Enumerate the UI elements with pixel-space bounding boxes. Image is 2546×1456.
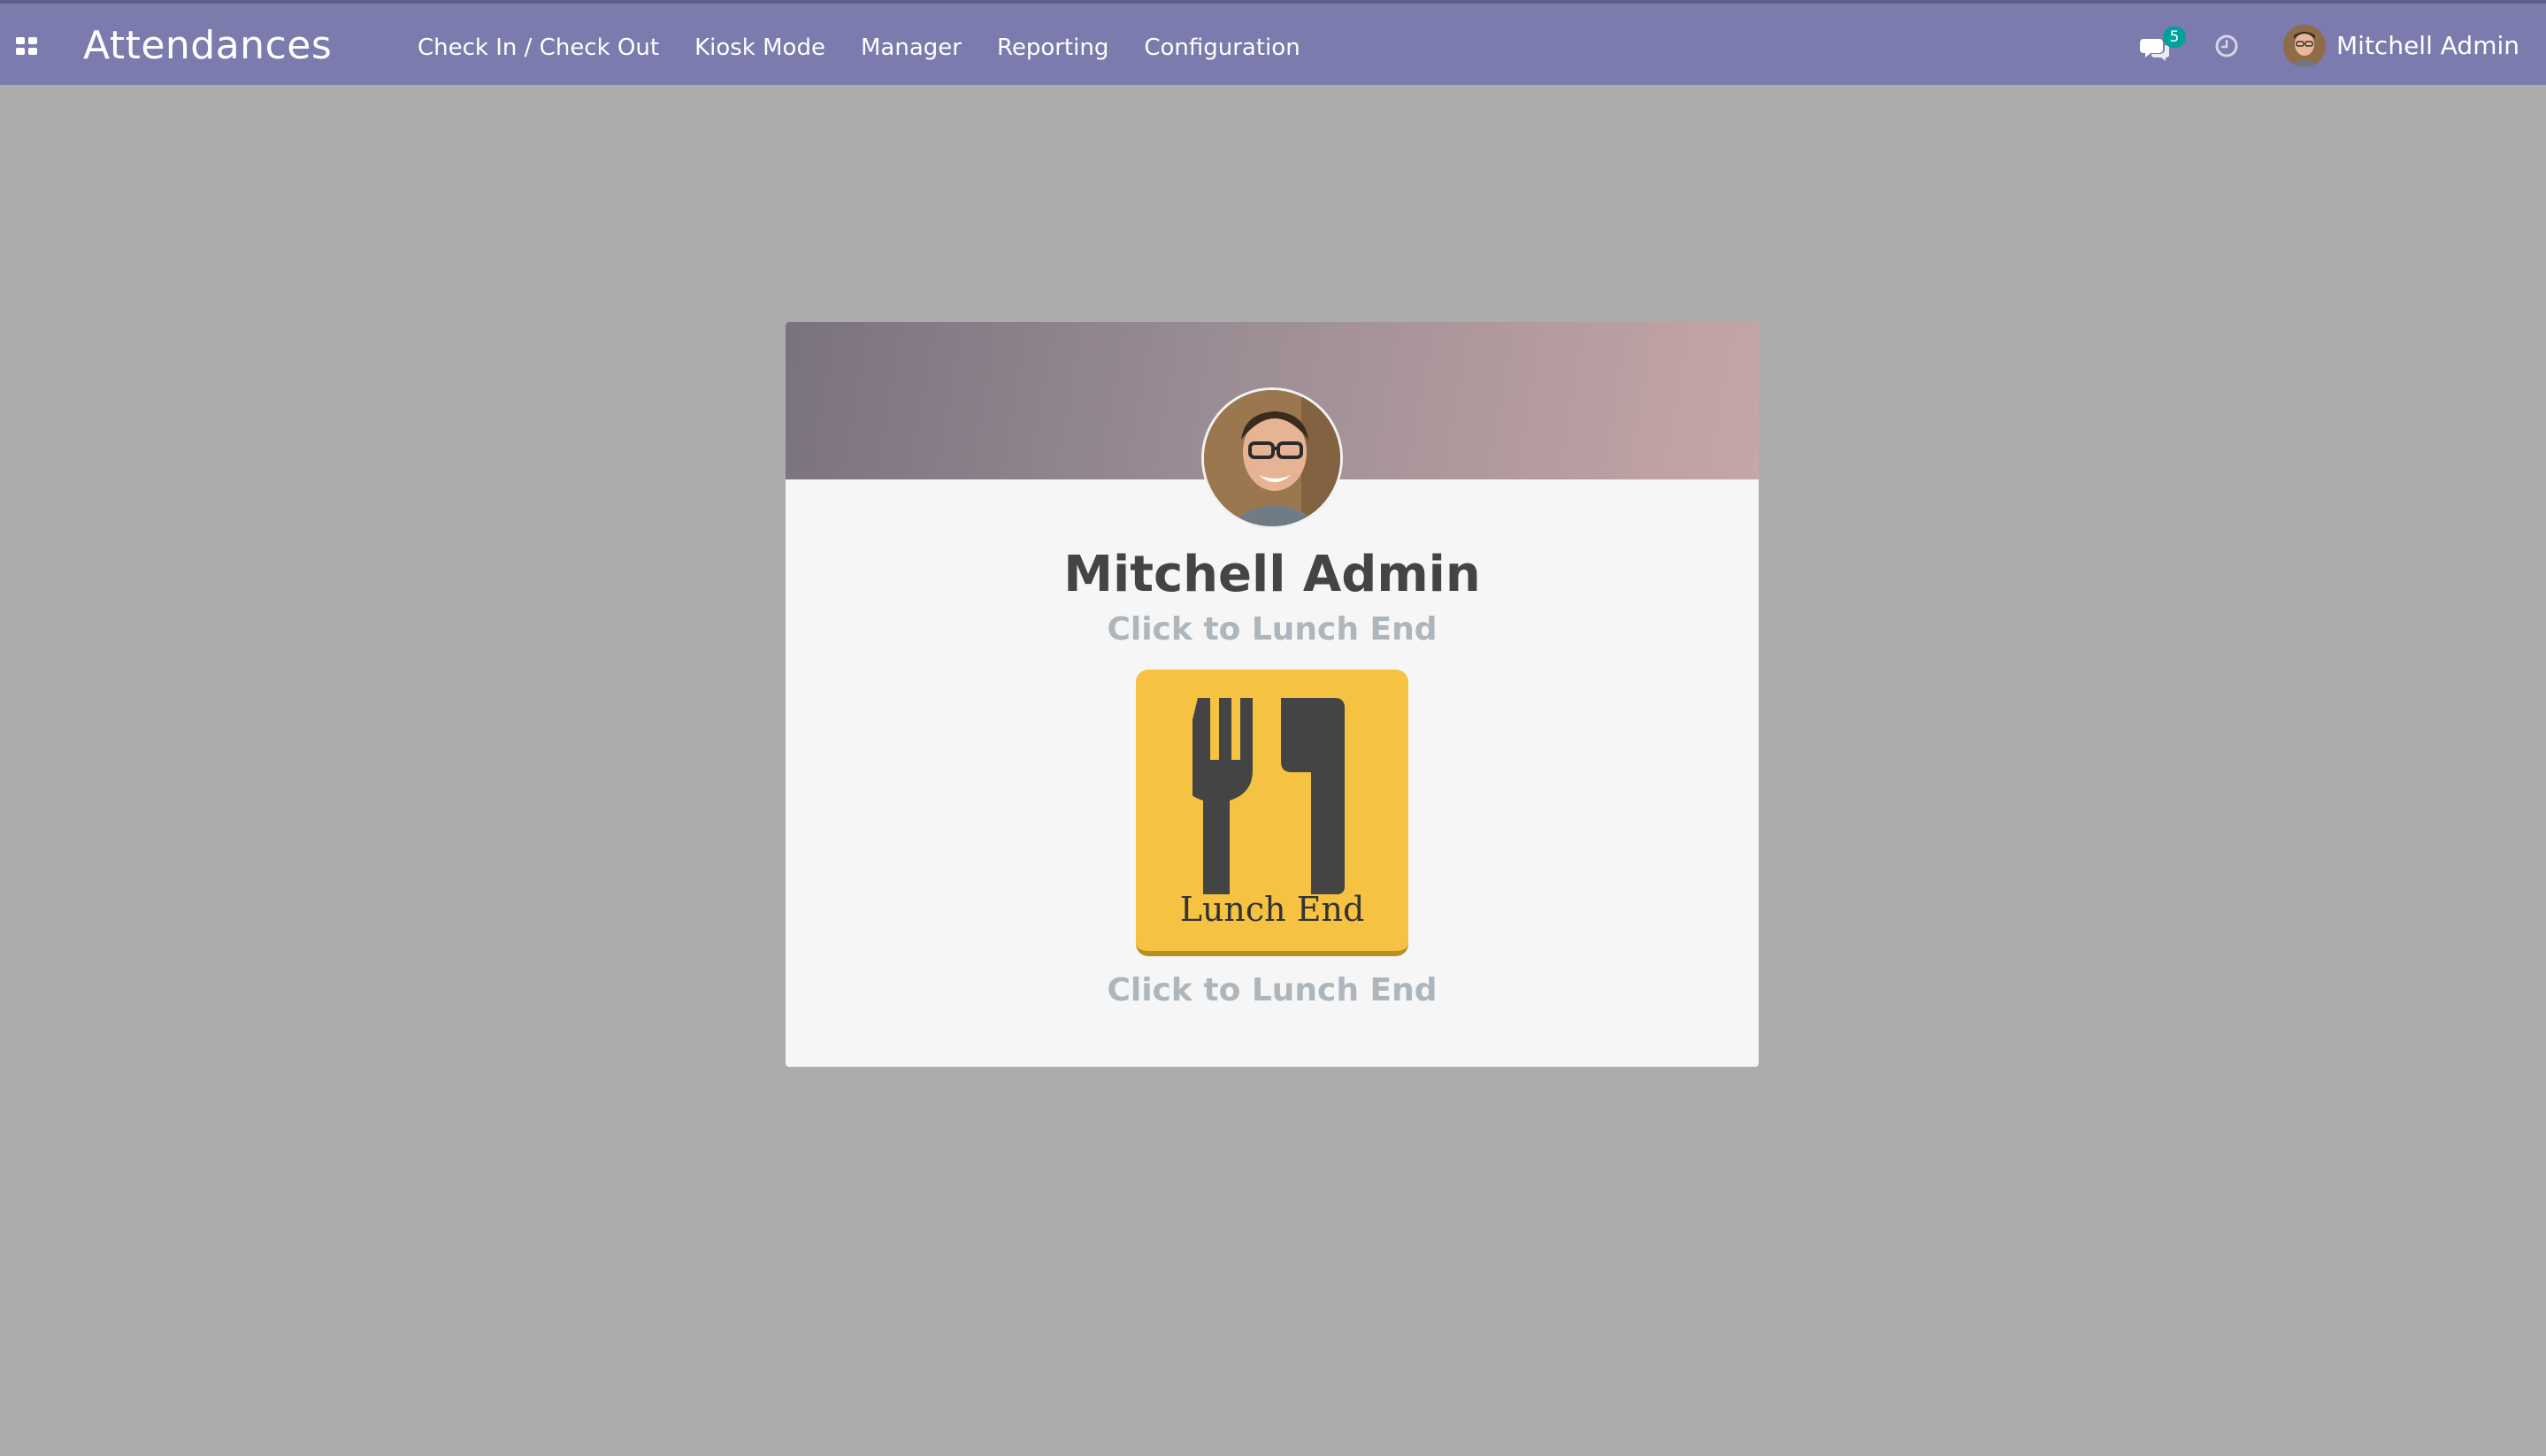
menu-item-configuration[interactable]: Configuration [1126, 30, 1317, 65]
user-menu[interactable]: Mitchell Admin [2283, 25, 2519, 67]
action-hint-top: Click to Lunch End [1107, 611, 1438, 648]
lunch-end-button[interactable]: Lunch End [1136, 670, 1408, 956]
attendance-card: Mitchell Admin Click to Lunch End Lunch … [786, 322, 1759, 1067]
user-name: Mitchell Admin [2336, 31, 2519, 60]
menu-item-reporting[interactable]: Reporting [979, 30, 1126, 65]
apps-grid-icon[interactable] [16, 37, 37, 55]
menu-item-manager[interactable]: Manager [843, 30, 979, 65]
action-hint-bottom: Click to Lunch End [1107, 972, 1438, 1008]
main-menu: Check In / Check Out Kiosk Mode Manager … [400, 30, 1318, 65]
user-avatar [2283, 25, 2327, 67]
fork-knife-icon [1192, 698, 1345, 894]
menu-item-check-in-check-out[interactable]: Check In / Check Out [400, 30, 677, 65]
employee-name: Mitchell Admin [1063, 546, 1481, 603]
lunch-end-label: Lunch End [1179, 890, 1365, 929]
app-title[interactable]: Attendances [83, 21, 332, 71]
menu-item-kiosk-mode[interactable]: Kiosk Mode [677, 30, 843, 65]
employee-avatar [1201, 387, 1343, 529]
activities-button[interactable] [2209, 28, 2244, 64]
clock-icon [2215, 34, 2238, 57]
systray: 5 Mitchell Admin [2140, 21, 2519, 71]
top-navbar: Attendances Check In / Check Out Kiosk M… [0, 0, 2546, 85]
messages-badge: 5 [2163, 27, 2187, 48]
messages-button[interactable]: 5 [2140, 27, 2187, 65]
